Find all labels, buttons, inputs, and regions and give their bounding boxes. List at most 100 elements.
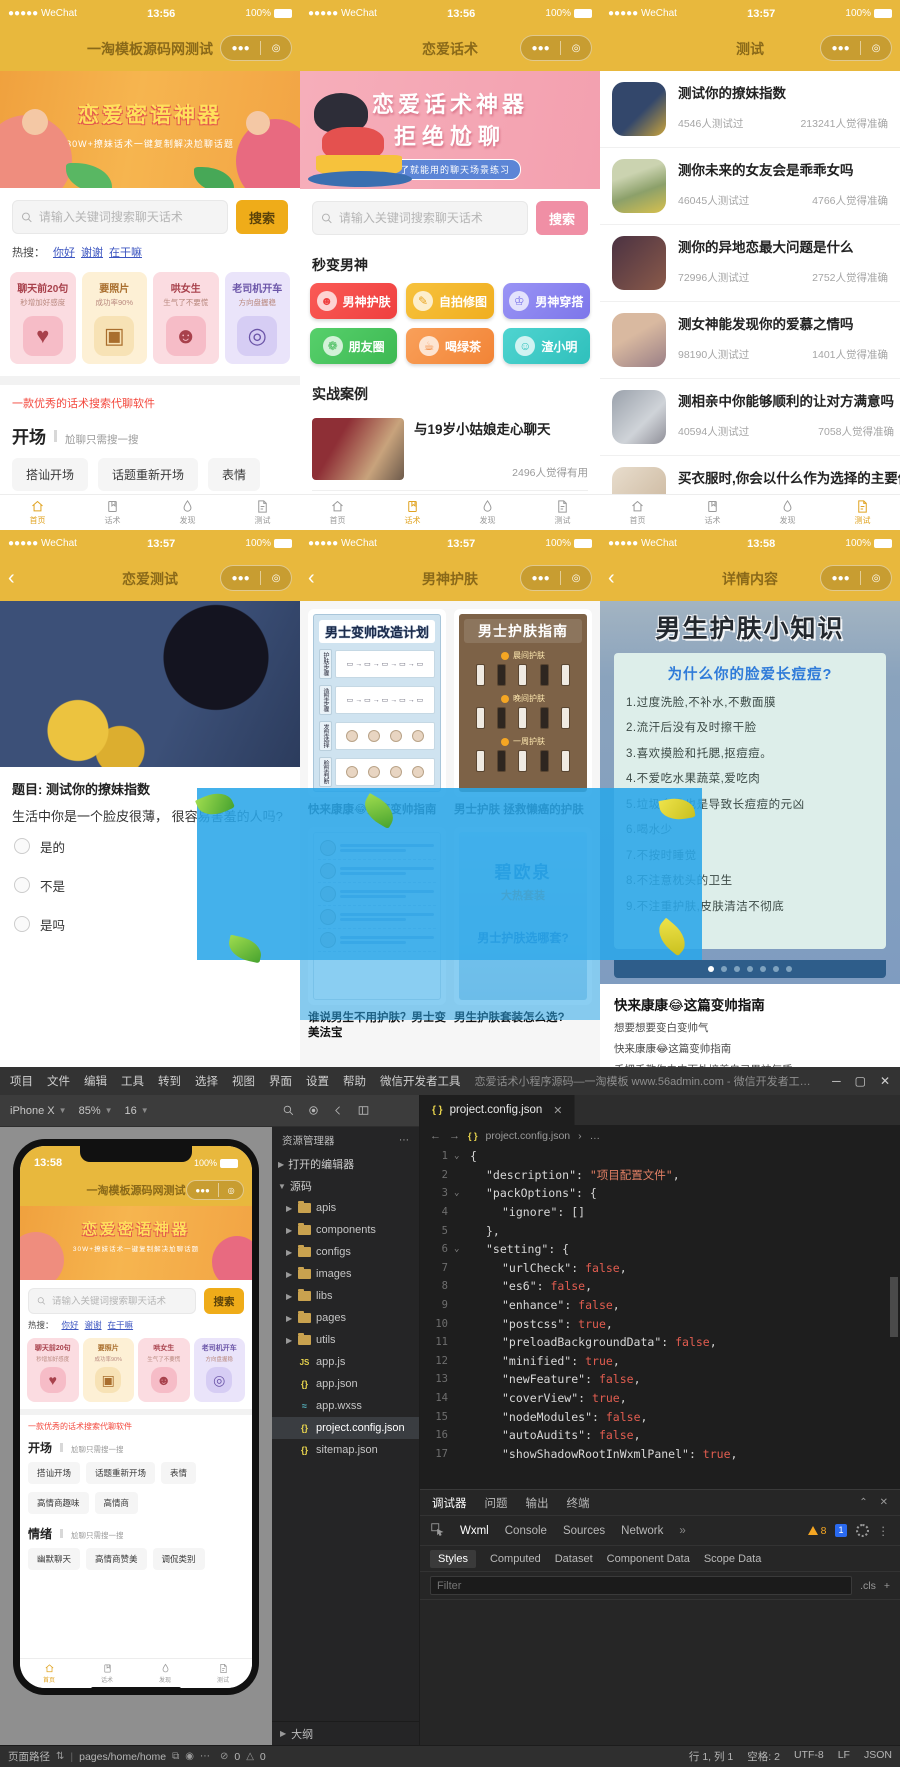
menu-item-编辑[interactable]: 编辑 bbox=[84, 1073, 107, 1089]
tag-pill[interactable]: 话题重新开场 bbox=[98, 458, 199, 491]
tag-pill[interactable]: 调侃类别 bbox=[152, 1548, 205, 1570]
tab-bar-item-huashu[interactable]: 话术 bbox=[78, 1659, 136, 1688]
tab-bar-item-test[interactable]: 测试 bbox=[194, 1659, 252, 1688]
kebab-menu-icon[interactable]: ⋮ bbox=[878, 1524, 891, 1538]
tab-bar-item-discover[interactable]: 发现 bbox=[136, 1659, 194, 1688]
capsule-target-icon[interactable]: ◎ bbox=[272, 573, 281, 584]
debugger-tab-调试器[interactable]: 调试器 bbox=[432, 1495, 467, 1511]
wechat-capsule[interactable]: ●●● ◎ bbox=[520, 565, 592, 591]
pagination-dot[interactable] bbox=[734, 966, 740, 972]
menu-item-转到[interactable]: 转到 bbox=[158, 1073, 181, 1089]
eye-icon[interactable]: ◉ bbox=[185, 1751, 194, 1762]
devtools-tab-wxml[interactable]: Wxml bbox=[460, 1525, 489, 1537]
tab-bar-item-home[interactable]: 首页 bbox=[300, 495, 375, 530]
statusbar-item[interactable]: 行 1, 列 1 bbox=[689, 1749, 733, 1764]
panel-tab-computed[interactable]: Computed bbox=[490, 1553, 541, 1565]
more-dots-icon[interactable]: ●●● bbox=[232, 573, 250, 584]
device-selector[interactable]: iPhone X bbox=[10, 1105, 55, 1117]
hot-search-link[interactable]: 在干嘛 bbox=[109, 247, 142, 259]
debugger-tab-问题[interactable]: 问题 bbox=[485, 1495, 508, 1511]
feature-card[interactable]: 哄女生 生气了不要慌 ☻ bbox=[138, 1338, 190, 1402]
wechat-capsule[interactable]: ●●● ◎ bbox=[220, 565, 292, 591]
tree-item-sitemap.json[interactable]: {} sitemap.json bbox=[272, 1439, 419, 1461]
tree-item-images[interactable]: ▶ images bbox=[272, 1263, 419, 1285]
test-list-item[interactable]: 测你的异地恋最大问题是什么 72996人测试过 2752人觉得准确 bbox=[600, 225, 900, 301]
back-icon[interactable]: ‹ bbox=[8, 567, 15, 589]
tag-pill[interactable]: 搭讪开场 bbox=[28, 1462, 81, 1484]
open-editors-section[interactable]: ▶ 打开的编辑器 bbox=[272, 1153, 419, 1175]
project-root-folder[interactable]: ▼ 源码 bbox=[272, 1175, 419, 1197]
devtools-tab-console[interactable]: Console bbox=[505, 1525, 547, 1537]
capsule-target-icon[interactable]: ◎ bbox=[272, 43, 281, 54]
feed-card[interactable]: 男士变帅改造计划 护肤步骤 ▭ → ▭ → ▭ → ▭ → ▭ 造型步骤 ▭ → ▭ … bbox=[308, 609, 446, 797]
nav-forward-icon[interactable]: → bbox=[449, 1130, 460, 1142]
debugger-tab-输出[interactable]: 输出 bbox=[526, 1495, 549, 1511]
more-dots-icon[interactable]: ●●● bbox=[532, 43, 550, 54]
inspect-element-icon[interactable] bbox=[430, 1522, 444, 1539]
back-icon[interactable]: ‹ bbox=[308, 567, 315, 589]
category-button-3[interactable]: ♔ 男神穿搭 bbox=[502, 283, 590, 319]
statusbar-item[interactable]: JSON bbox=[864, 1749, 892, 1764]
pagination-dots[interactable] bbox=[614, 960, 886, 978]
radio-icon[interactable] bbox=[14, 877, 30, 894]
category-button-4[interactable]: ❁ 朋友圈 bbox=[310, 328, 398, 364]
pagination-dot[interactable] bbox=[786, 966, 792, 972]
back-icon[interactable]: ‹ bbox=[608, 567, 615, 589]
hot-search-link[interactable]: 在干嘛 bbox=[108, 1320, 134, 1330]
huashu-banner[interactable]: 恋爱话术神器 拒绝尬聊 学了就能用的聊天场景练习 bbox=[300, 71, 600, 189]
test-list-item[interactable]: 测相亲中你能够顺利的让对方满意吗 40594人测试过 7058人觉得准确 bbox=[600, 379, 900, 455]
hot-search-link[interactable]: 谢谢 bbox=[85, 1320, 102, 1330]
more-dots-icon[interactable]: ●●● bbox=[832, 43, 850, 54]
swap-icon[interactable]: ⇅ bbox=[56, 1751, 64, 1762]
test-list-item[interactable]: 测你未来的女友会是乖乖女吗 46045人测试过 4766人觉得准确 bbox=[600, 148, 900, 224]
capsule-target-icon[interactable]: ◎ bbox=[228, 1186, 235, 1195]
warning-badge[interactable]: 8 bbox=[807, 1525, 826, 1537]
capsule-target-icon[interactable]: ◎ bbox=[572, 43, 581, 54]
panel-tab-styles[interactable]: Styles bbox=[430, 1549, 476, 1568]
hot-search-link[interactable]: 你好 bbox=[53, 247, 75, 259]
statusbar-item[interactable]: 空格: 2 bbox=[747, 1749, 780, 1764]
feature-card[interactable]: 要照片 成功率90% ▣ bbox=[81, 272, 147, 364]
collapse-icon[interactable]: ⌃ bbox=[859, 1497, 867, 1508]
tag-pill[interactable]: 话题重新开场 bbox=[86, 1462, 156, 1484]
more-dots-icon[interactable]: ●●● bbox=[832, 573, 850, 584]
pagination-dot[interactable] bbox=[773, 966, 779, 972]
tab-bar-item-huashu[interactable]: 话术 bbox=[75, 495, 150, 530]
close-tab-icon[interactable]: ✕ bbox=[553, 1104, 562, 1117]
tree-item-pages[interactable]: ▶ pages bbox=[272, 1307, 419, 1329]
menu-item-文件[interactable]: 文件 bbox=[47, 1073, 70, 1089]
more-dots-icon[interactable]: ●●● bbox=[232, 43, 250, 54]
tab-bar-item-discover[interactable]: 发现 bbox=[750, 495, 825, 530]
radio-icon[interactable] bbox=[14, 838, 30, 855]
category-button-5[interactable]: ☕ 喝绿茶 bbox=[406, 328, 494, 364]
tab-bar-item-home[interactable]: 首页 bbox=[0, 495, 75, 530]
record-icon[interactable] bbox=[307, 1104, 320, 1117]
menu-item-设置[interactable]: 设置 bbox=[306, 1073, 329, 1089]
menu-item-帮助[interactable]: 帮助 bbox=[343, 1073, 366, 1089]
radio-icon[interactable] bbox=[14, 916, 30, 933]
menu-item-项目[interactable]: 项目 bbox=[10, 1073, 33, 1089]
copy-icon[interactable]: ⧉ bbox=[172, 1751, 179, 1762]
pagination-dot[interactable] bbox=[721, 966, 727, 972]
more-icon[interactable]: ⋯ bbox=[200, 1751, 210, 1762]
test-list-item[interactable]: 测女神能发现你的爱慕之情吗 98190人测试过 1401人觉得准确 bbox=[600, 302, 900, 378]
search-icon[interactable] bbox=[282, 1104, 295, 1117]
tag-pill[interactable]: 高情商趣味 bbox=[28, 1492, 89, 1514]
feature-card[interactable]: 哄女生 生气了不要慌 ☻ bbox=[153, 272, 219, 364]
feed-card[interactable]: 男士护肤指南 晨间护肤 晚间护肤 一周护肤 bbox=[454, 609, 592, 797]
pagination-dot[interactable] bbox=[747, 966, 753, 972]
capsule-target-icon[interactable]: ◎ bbox=[572, 573, 581, 584]
tag-pill[interactable]: 幽默聊天 bbox=[28, 1548, 81, 1570]
test-list-item[interactable]: 测试你的撩妹指数 4546人测试过 213241人觉得准确 bbox=[600, 71, 900, 147]
search-button[interactable]: 搜索 bbox=[204, 1288, 244, 1314]
tab-bar-item-huashu[interactable]: 话术 bbox=[375, 495, 450, 530]
editor-scrollbar[interactable] bbox=[890, 1277, 898, 1337]
home-banner[interactable]: 恋爱密语神器 30W+撩妹话术一键复制解决尬聊话题 bbox=[20, 1206, 252, 1280]
wechat-capsule[interactable]: ●●● ◎ bbox=[520, 35, 592, 61]
panel-tab-scope-data[interactable]: Scope Data bbox=[704, 1553, 761, 1565]
tab-bar-item-huashu[interactable]: 话术 bbox=[675, 495, 750, 530]
close-button[interactable]: ✕ bbox=[880, 1074, 890, 1088]
category-button-2[interactable]: ✎ 自拍修图 bbox=[406, 283, 494, 319]
feature-card[interactable]: 老司机开车 方向盘握稳 ◎ bbox=[224, 272, 290, 364]
menu-item-微信开发者工具[interactable]: 微信开发者工具 bbox=[380, 1073, 461, 1089]
